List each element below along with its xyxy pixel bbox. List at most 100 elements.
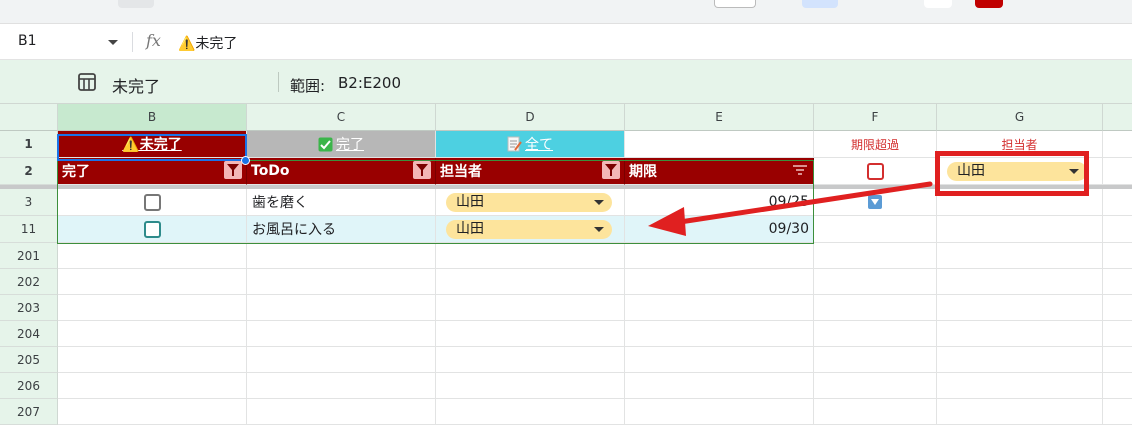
header-deadline[interactable]: 期限 — [625, 158, 814, 185]
assignee-cell[interactable]: 山田 — [436, 189, 625, 216]
table-row-done-cell[interactable] — [58, 189, 247, 216]
select-all-corner[interactable] — [0, 104, 58, 131]
empty-cell[interactable] — [247, 399, 436, 425]
cell-g11[interactable] — [937, 216, 1103, 243]
empty-cell[interactable] — [1103, 243, 1132, 269]
empty-cell[interactable] — [937, 269, 1103, 295]
column-header-b[interactable]: B — [58, 104, 247, 131]
column-header-e[interactable]: E — [625, 104, 814, 131]
empty-cell[interactable] — [1103, 399, 1132, 425]
row-header-1[interactable]: 1 — [0, 131, 58, 158]
sort-lines-icon[interactable] — [793, 164, 807, 176]
tab-all[interactable]: 全て — [436, 131, 625, 158]
table-row-done-cell[interactable] — [58, 216, 247, 243]
empty-cell[interactable] — [814, 295, 937, 321]
assignee-dropdown[interactable]: 山田 — [446, 192, 612, 212]
empty-cell[interactable] — [937, 347, 1103, 373]
empty-cell[interactable] — [814, 347, 937, 373]
toolbar-button[interactable] — [118, 0, 154, 8]
empty-cell[interactable] — [814, 243, 937, 269]
empty-cell[interactable] — [436, 347, 625, 373]
toolbar-button[interactable] — [714, 0, 756, 8]
row-header-2[interactable]: 2 — [0, 158, 58, 185]
empty-cell[interactable] — [247, 321, 436, 347]
empty-cell[interactable] — [625, 243, 814, 269]
empty-cell[interactable] — [436, 295, 625, 321]
column-header-d[interactable]: D — [436, 104, 625, 131]
row-header-203[interactable]: 203 — [0, 295, 58, 321]
overdue-checkbox[interactable] — [866, 162, 884, 180]
dropdown-arrow-icon[interactable] — [868, 195, 882, 209]
filter-icon[interactable] — [602, 161, 620, 179]
empty-cell[interactable] — [58, 243, 247, 269]
fill-handle[interactable] — [241, 156, 250, 165]
empty-cell[interactable] — [247, 295, 436, 321]
tab-incomplete[interactable]: ⚠️未完了 — [58, 131, 247, 158]
empty-cell[interactable] — [1103, 295, 1132, 321]
deadline-cell[interactable]: 09/25 — [625, 189, 814, 216]
row-header-11[interactable]: 11 — [0, 216, 58, 243]
empty-cell[interactable] — [58, 321, 247, 347]
cell-h1[interactable] — [1103, 131, 1132, 158]
empty-cell[interactable] — [1103, 373, 1132, 399]
empty-cell[interactable] — [814, 321, 937, 347]
empty-cell[interactable] — [1103, 269, 1132, 295]
empty-cell[interactable] — [247, 269, 436, 295]
row-header-206[interactable]: 206 — [0, 373, 58, 399]
empty-cell[interactable] — [436, 373, 625, 399]
empty-cell[interactable] — [937, 399, 1103, 425]
row-header-207[interactable]: 207 — [0, 399, 58, 425]
empty-cell[interactable] — [1103, 321, 1132, 347]
cell-f11[interactable] — [814, 216, 937, 243]
empty-cell[interactable] — [937, 321, 1103, 347]
row-header-205[interactable]: 205 — [0, 347, 58, 373]
empty-cell[interactable] — [1103, 347, 1132, 373]
done-checkbox[interactable] — [143, 193, 161, 211]
todo-cell[interactable]: 歯を磨く — [247, 189, 436, 216]
empty-cell[interactable] — [247, 347, 436, 373]
formula-input[interactable]: ⚠️未完了 — [178, 33, 237, 53]
assignee-filter-dropdown[interactable]: 山田 — [947, 161, 1087, 181]
cell-h3[interactable] — [1103, 189, 1132, 216]
row-header-3[interactable]: 3 — [0, 189, 58, 216]
filter-icon[interactable] — [413, 161, 431, 179]
empty-cell[interactable] — [58, 399, 247, 425]
header-done[interactable]: 完了 — [58, 158, 247, 185]
filter-icon[interactable] — [224, 161, 242, 179]
header-assignee[interactable]: 担当者 — [436, 158, 625, 185]
row-header-204[interactable]: 204 — [0, 321, 58, 347]
empty-cell[interactable] — [937, 243, 1103, 269]
empty-cell[interactable] — [814, 373, 937, 399]
cell-e1[interactable] — [625, 131, 814, 158]
name-box[interactable]: B1 — [18, 33, 37, 49]
empty-cell[interactable] — [937, 373, 1103, 399]
column-header-h[interactable] — [1103, 104, 1132, 131]
empty-cell[interactable] — [247, 373, 436, 399]
assignee-dropdown[interactable]: 山田 — [446, 219, 612, 239]
empty-cell[interactable] — [247, 243, 436, 269]
todo-cell[interactable]: お風呂に入る — [247, 216, 436, 243]
empty-cell[interactable] — [58, 295, 247, 321]
cell-f2[interactable] — [814, 158, 937, 185]
column-header-f[interactable]: F — [814, 104, 937, 131]
column-header-g[interactable]: G — [937, 104, 1103, 131]
toolbar-button[interactable] — [924, 0, 952, 8]
cell-g3[interactable] — [937, 189, 1103, 216]
range-value[interactable]: B2:E200 — [338, 74, 401, 92]
cell-h2[interactable] — [1103, 158, 1132, 185]
header-todo[interactable]: ToDo — [247, 158, 436, 185]
toolbar-color-swatch[interactable] — [975, 0, 1003, 8]
cell-f3[interactable] — [814, 189, 937, 216]
cell-h11[interactable] — [1103, 216, 1132, 243]
empty-cell[interactable] — [436, 243, 625, 269]
column-header-c[interactable]: C — [247, 104, 436, 131]
empty-cell[interactable] — [436, 321, 625, 347]
deadline-cell[interactable]: 09/30 — [625, 216, 814, 243]
empty-cell[interactable] — [937, 295, 1103, 321]
filter-view-name[interactable]: 未完了 — [112, 73, 160, 97]
assignee-cell[interactable]: 山田 — [436, 216, 625, 243]
done-checkbox[interactable] — [143, 220, 161, 238]
empty-cell[interactable] — [625, 321, 814, 347]
empty-cell[interactable] — [58, 373, 247, 399]
tab-complete[interactable]: 完了 — [247, 131, 436, 158]
